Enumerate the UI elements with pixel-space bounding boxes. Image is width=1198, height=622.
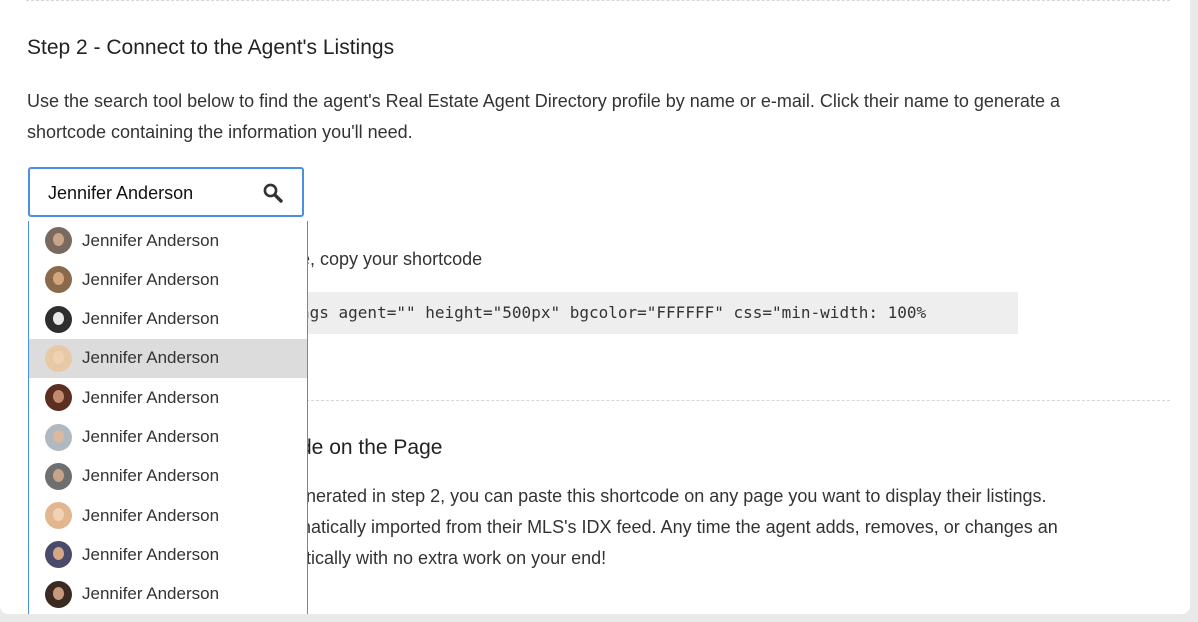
- section-divider-top: [26, 0, 1170, 1]
- avatar: [45, 462, 72, 490]
- step3-text-line: atically with no extra work on your end!: [296, 548, 607, 568]
- search-result-name: Jennifer Anderson: [82, 584, 220, 604]
- search-result-name: Jennifer Anderson: [82, 230, 220, 250]
- search-result-name: Jennifer Anderson: [82, 466, 220, 486]
- agent-search-box[interactable]: [28, 167, 304, 217]
- search-result-item[interactable]: Jennifer Anderson: [29, 457, 307, 496]
- step3-title: de on the Page: [300, 436, 443, 459]
- search-result-item[interactable]: Jennifer Anderson: [29, 260, 307, 299]
- search-result-name: Jennifer Anderson: [82, 505, 220, 525]
- section-divider: [306, 400, 1170, 401]
- step2-title: Step 2 - Connect to the Agent's Listings: [27, 36, 395, 59]
- search-result-name: Jennifer Anderson: [82, 348, 220, 368]
- search-result-item[interactable]: Jennifer Anderson: [29, 338, 307, 378]
- avatar: [45, 384, 72, 412]
- search-result-name: Jennifer Anderson: [82, 427, 220, 446]
- avatar: [45, 423, 72, 451]
- shortcode-text: ngs agent="" height="500px" bgcolor="FFF…: [300, 303, 927, 322]
- shortcode-label: e, copy your shortcode: [300, 249, 483, 269]
- avatar: [45, 502, 72, 530]
- step3-text-line: matically imported from their MLS's IDX …: [296, 517, 1058, 537]
- search-result-name: Jennifer Anderson: [82, 269, 220, 289]
- search-icon[interactable]: [262, 182, 284, 204]
- avatar: [45, 227, 72, 254]
- search-result-item[interactable]: Jennifer Anderson: [29, 221, 307, 260]
- search-result-item[interactable]: Jennifer Anderson: [29, 496, 307, 535]
- search-result-item[interactable]: Jennifer Anderson: [29, 378, 307, 417]
- avatar: [45, 305, 72, 333]
- shortcode-box[interactable]: ngs agent="" height="500px" bgcolor="FFF…: [290, 292, 1018, 334]
- search-result-name: Jennifer Anderson: [82, 544, 220, 564]
- avatar: [45, 580, 72, 608]
- content-card: Step 2 - Connect to the Agent's Listings…: [0, 0, 1190, 614]
- step3-text-line: enerated in step 2, you can paste this s…: [296, 486, 1047, 506]
- step2-intro: Use the search tool below to find the ag…: [27, 91, 1060, 142]
- search-result-name: Jennifer Anderson: [82, 309, 220, 329]
- agent-search-input[interactable]: [48, 181, 258, 205]
- search-result-name: Jennifer Anderson: [82, 387, 220, 407]
- search-result-item[interactable]: Jennifer Anderson: [29, 535, 307, 574]
- avatar: [45, 344, 72, 372]
- search-result-item[interactable]: Jennifer Anderson: [29, 575, 307, 614]
- search-results-dropdown: Jennifer Anderson Jennifer Anderson Jennif…: [28, 221, 308, 614]
- avatar: [45, 541, 72, 569]
- search-result-item[interactable]: Jennifer Anderson: [29, 418, 307, 457]
- search-result-item[interactable]: Jennifer Anderson: [29, 300, 307, 339]
- avatar: [45, 266, 72, 294]
